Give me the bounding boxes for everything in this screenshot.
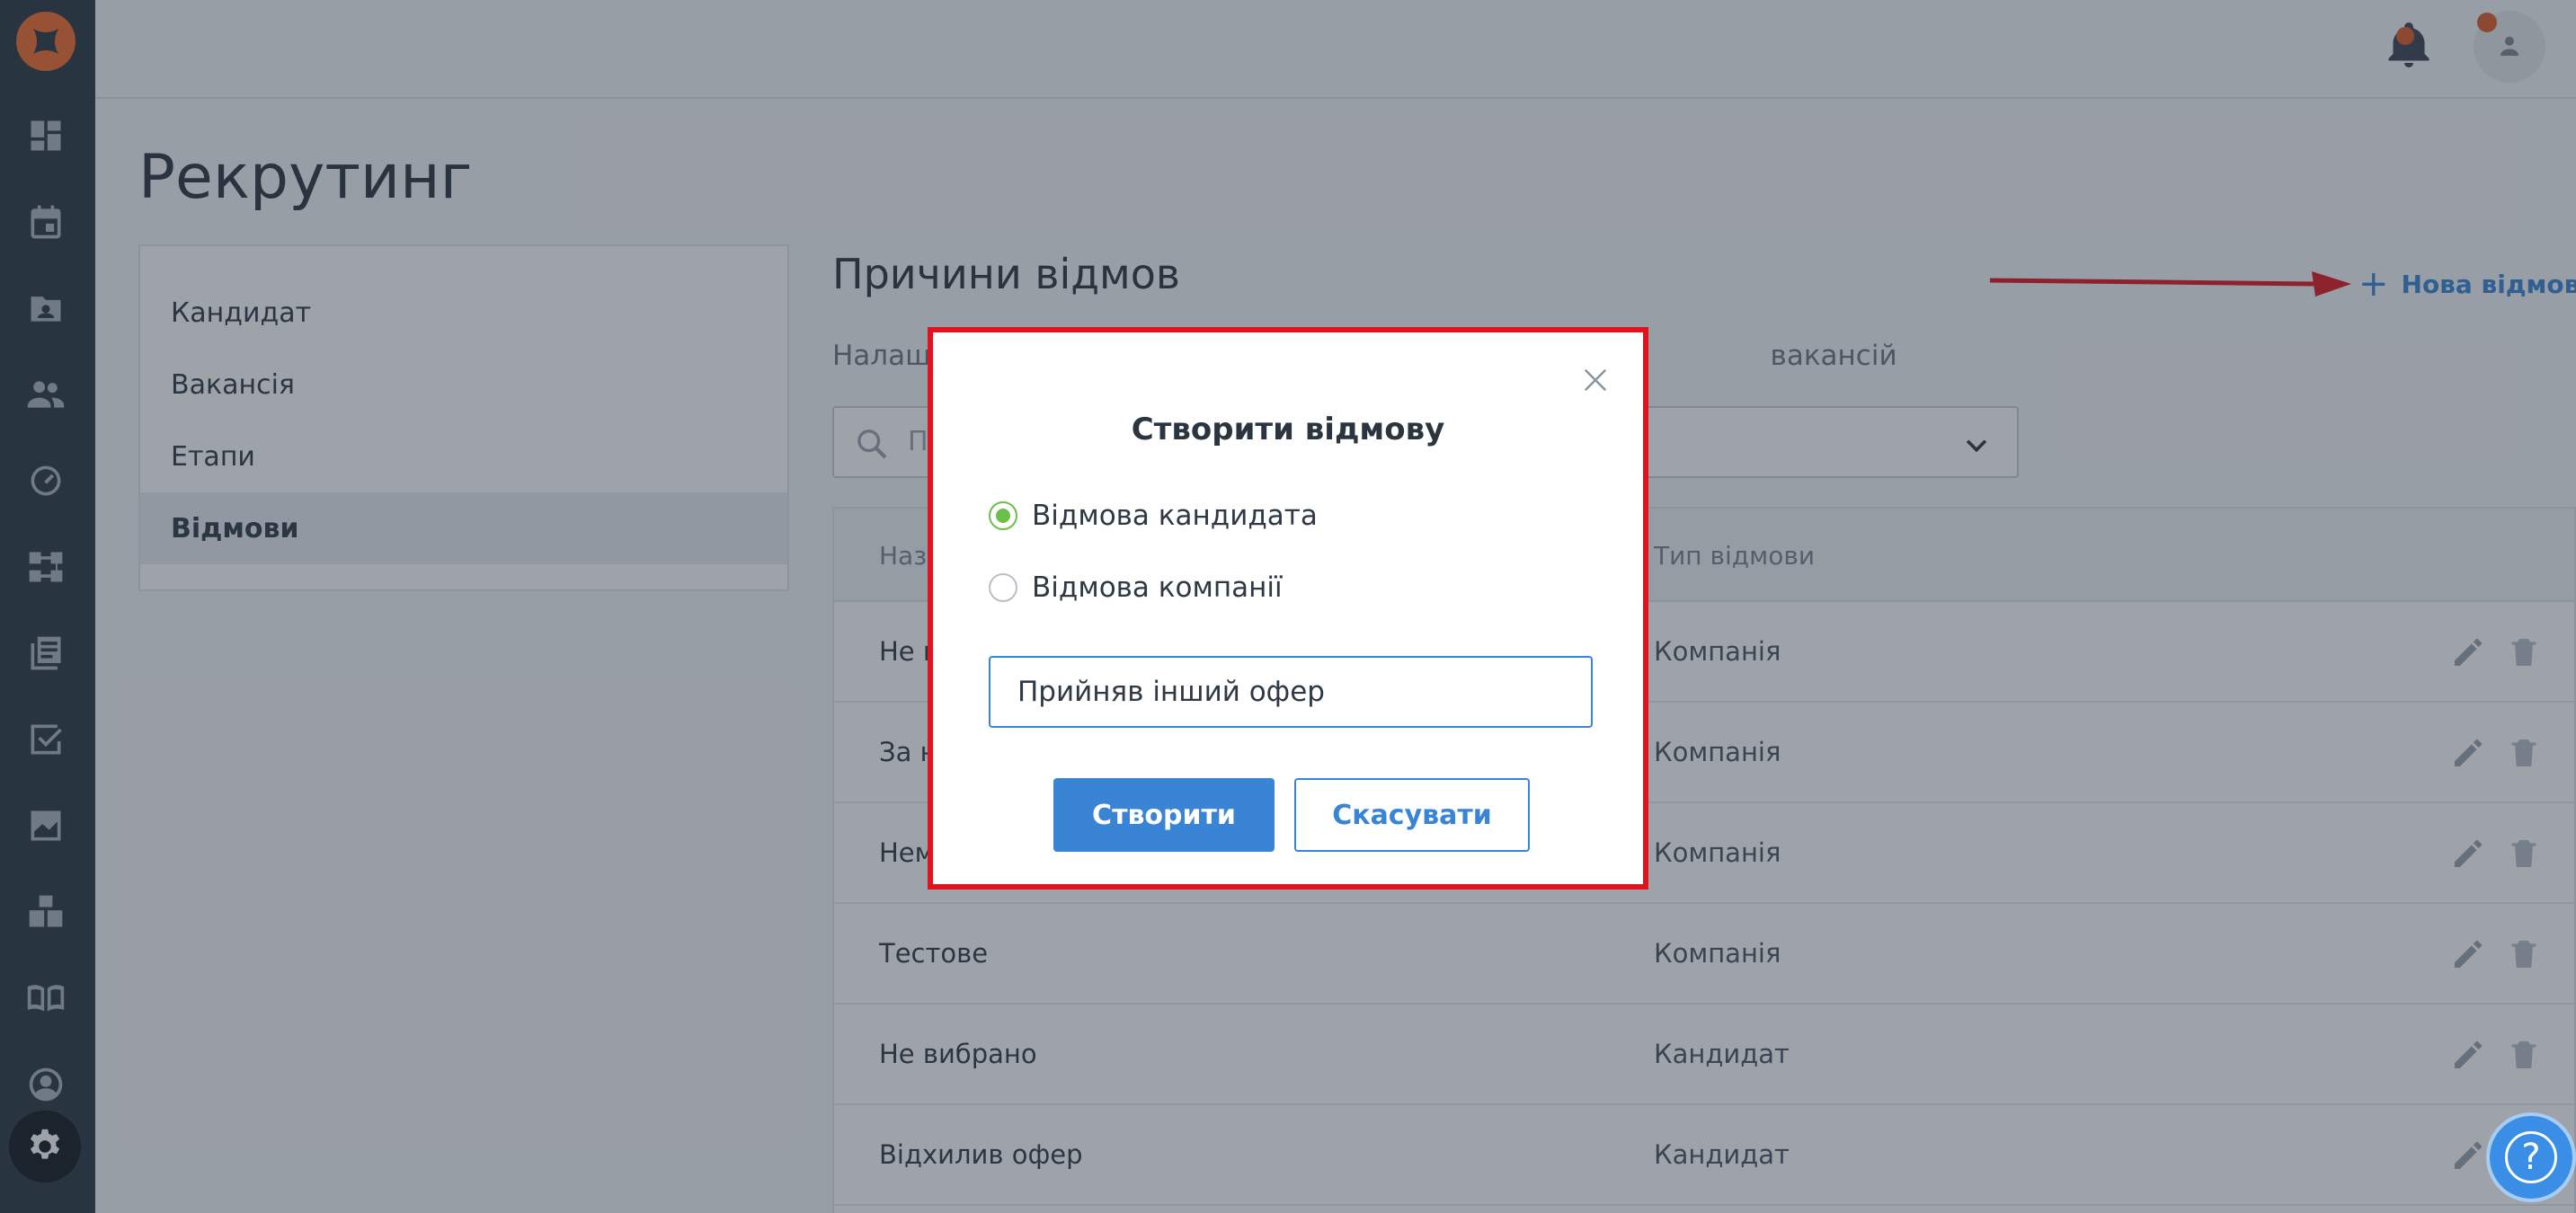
radio-label: Відмова кандидата <box>1032 500 1318 532</box>
radio-label: Відмова компанії <box>1032 571 1283 604</box>
question-icon: ? <box>2505 1131 2557 1183</box>
radio-candidate-rejection[interactable]: Відмова кандидата <box>989 500 1318 532</box>
cancel-button[interactable]: Скасувати <box>1294 778 1530 852</box>
radio-button-checked[interactable] <box>989 501 1017 530</box>
dialog-title: Створити відмову <box>1131 412 1445 447</box>
rejection-name-input[interactable] <box>989 656 1593 728</box>
help-button[interactable]: ? <box>2486 1112 2576 1202</box>
create-button[interactable]: Створити <box>1053 778 1275 852</box>
radio-company-rejection[interactable]: Відмова компанії <box>989 571 1283 604</box>
radio-button[interactable] <box>989 573 1017 602</box>
create-rejection-dialog: Створити відмову Відмова кандидата Відмо… <box>928 327 1648 890</box>
close-icon[interactable] <box>1582 367 1609 394</box>
